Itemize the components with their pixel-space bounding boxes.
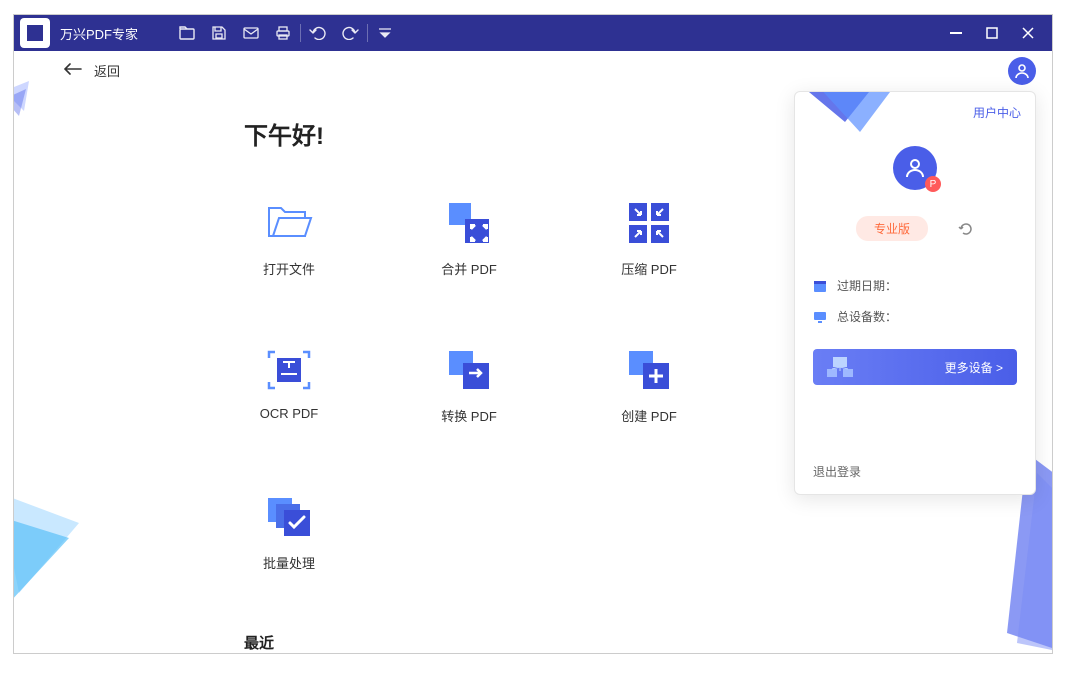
action-label: OCR PDF [260, 406, 319, 421]
app-title: 万兴PDF专家 [60, 24, 138, 43]
merge-pdf-icon [445, 201, 493, 245]
decoration-top-left [13, 81, 36, 121]
calendar-icon [813, 279, 827, 293]
action-label: 合并 PDF [441, 259, 497, 278]
action-convert-pdf[interactable]: 转换 PDF [424, 348, 514, 425]
batch-process-icon [265, 495, 313, 539]
compress-pdf-icon [625, 201, 673, 245]
minimize-button[interactable] [938, 21, 974, 45]
create-pdf-icon [625, 348, 673, 392]
more-devices-button[interactable]: 更多设备 > [813, 349, 1017, 385]
device-count-label: 总设备数： [837, 308, 897, 325]
action-compress-pdf[interactable]: 压缩 PDF [604, 201, 694, 278]
action-label: 压缩 PDF [621, 259, 677, 278]
redo-icon[interactable] [341, 24, 359, 42]
open-file-icon [265, 201, 313, 245]
action-label: 批量处理 [263, 553, 315, 572]
action-label: 转换 PDF [441, 406, 497, 425]
mail-icon[interactable] [242, 24, 260, 42]
user-panel: 用户中心 P 专业版 过期日期： 总设备 [794, 91, 1036, 495]
close-button[interactable] [1010, 21, 1046, 45]
save-icon[interactable] [210, 24, 228, 42]
expire-date-row: 过期日期： [813, 277, 1017, 294]
user-avatar[interactable]: P [893, 146, 937, 190]
toolbar-separator [367, 24, 368, 42]
toolbar-separator [300, 24, 301, 42]
expire-date-label: 过期日期： [837, 277, 897, 294]
more-devices-label: 更多设备 > [945, 359, 1003, 376]
back-row: 返回 [14, 51, 1052, 90]
pro-badge: 专业版 [856, 216, 928, 241]
action-label: 创建 PDF [621, 406, 677, 425]
ocr-pdf-icon [265, 348, 313, 392]
info-list: 过期日期： 总设备数： [795, 277, 1035, 325]
avatar-container: P [795, 146, 1035, 190]
file-open-icon[interactable] [178, 24, 196, 42]
logout-link[interactable]: 退出登录 [813, 463, 861, 480]
refresh-icon[interactable] [958, 221, 974, 237]
undo-icon[interactable] [309, 24, 327, 42]
action-open-file[interactable]: 打开文件 [244, 201, 334, 278]
toolbar-group-file [178, 24, 292, 42]
convert-pdf-icon [445, 348, 493, 392]
action-create-pdf[interactable]: 创建 PDF [604, 348, 694, 425]
greeting-text: 下午好! [244, 116, 822, 151]
back-label[interactable]: 返回 [94, 61, 120, 80]
panel-decoration [794, 91, 915, 142]
app-logo [20, 18, 50, 48]
maximize-button[interactable] [974, 21, 1010, 45]
pro-badge-icon: P [925, 176, 941, 192]
titlebar: 万兴PDF专家 [14, 15, 1052, 51]
action-grid: 打开文件 合并 PDF 压缩 PDF [244, 201, 822, 572]
app-window: 万兴PDF专家 [13, 14, 1053, 654]
user-center-link[interactable]: 用户中心 [973, 104, 1021, 121]
content-area: 返回 下午好! 打开文件 合并 PDF [14, 51, 1052, 653]
badge-row: 专业版 [795, 216, 1035, 241]
action-merge-pdf[interactable]: 合并 PDF [424, 201, 514, 278]
action-label: 打开文件 [263, 259, 315, 278]
devices-icon [825, 355, 855, 379]
monitor-icon [813, 310, 827, 324]
action-ocr-pdf[interactable]: OCR PDF [244, 348, 334, 425]
print-icon[interactable] [274, 24, 292, 42]
dropdown-icon[interactable] [376, 24, 394, 42]
toolbar-group-history [309, 24, 359, 42]
recent-heading: 最近 [244, 632, 822, 653]
decoration-bottom-left [13, 483, 89, 603]
device-count-row: 总设备数： [813, 308, 1017, 325]
user-avatar-button[interactable] [1008, 57, 1036, 85]
back-arrow-icon[interactable] [64, 62, 82, 80]
action-batch-process[interactable]: 批量处理 [244, 495, 334, 572]
